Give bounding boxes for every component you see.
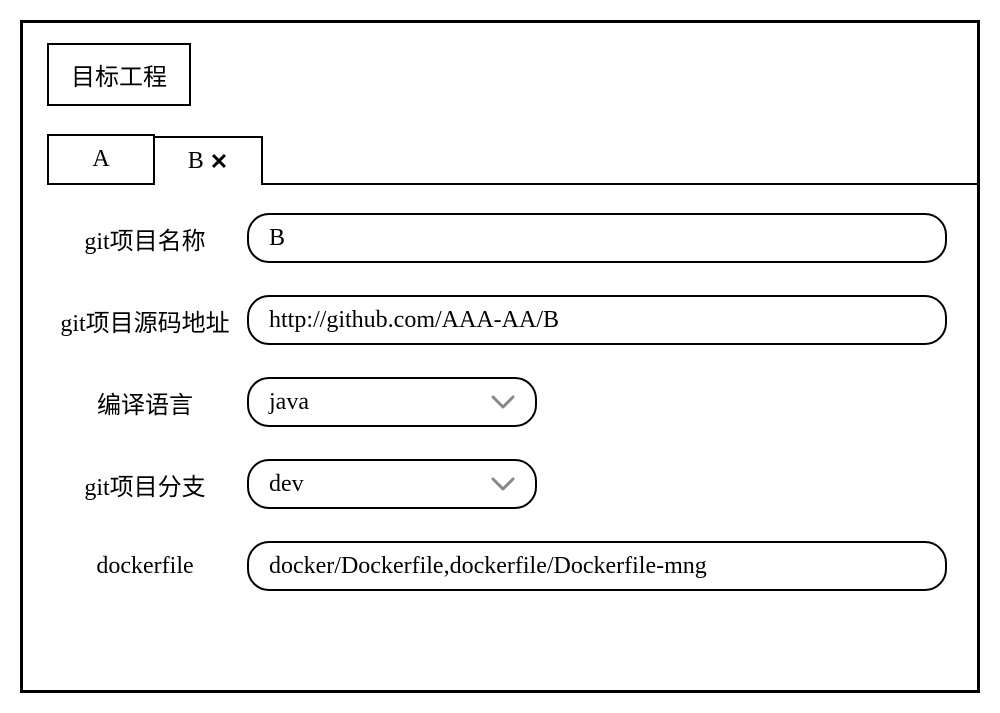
tabs-row: A B ✕ [47, 134, 977, 185]
label-dockerfile: dockerfile [47, 553, 247, 580]
chevron-down-icon [491, 477, 515, 491]
row-git-branch: git项目分支 dev [47, 459, 947, 509]
value-git-branch: dev [269, 471, 304, 498]
label-git-branch: git项目分支 [47, 467, 247, 502]
select-git-branch[interactable]: dev [247, 459, 537, 509]
row-language: 编译语言 java [47, 377, 947, 427]
panel-title: 目标工程 [47, 43, 191, 106]
tab-b-label: B [188, 148, 204, 175]
label-git-name: git项目名称 [47, 221, 247, 256]
form-area: git项目名称 B git项目源码地址 http://github.com/AA… [47, 185, 977, 591]
input-git-source[interactable]: http://github.com/AAA-AA/B [247, 295, 947, 345]
value-git-source: http://github.com/AAA-AA/B [269, 307, 559, 334]
tab-a-label: A [92, 146, 109, 172]
input-dockerfile[interactable]: docker/Dockerfile,dockerfile/Dockerfile-… [247, 541, 947, 591]
row-git-name: git项目名称 B [47, 213, 947, 263]
row-dockerfile: dockerfile docker/Dockerfile,dockerfile/… [47, 541, 947, 591]
input-git-name[interactable]: B [247, 213, 947, 263]
panel-title-text: 目标工程 [71, 65, 167, 91]
label-language: 编译语言 [47, 385, 247, 420]
value-git-name: B [269, 225, 285, 252]
chevron-down-icon [491, 395, 515, 409]
select-language[interactable]: java [247, 377, 537, 427]
tab-underline [261, 183, 977, 185]
value-language: java [269, 389, 309, 416]
value-dockerfile: docker/Dockerfile,dockerfile/Dockerfile-… [269, 553, 707, 580]
close-icon[interactable]: ✕ [210, 151, 228, 173]
tab-a[interactable]: A [47, 134, 155, 185]
row-git-source: git项目源码地址 http://github.com/AAA-AA/B [47, 295, 947, 345]
tab-b[interactable]: B ✕ [153, 136, 263, 185]
config-panel: 目标工程 A B ✕ git项目名称 B git项目源码地址 http://gi… [20, 20, 980, 693]
label-git-source: git项目源码地址 [47, 303, 247, 338]
